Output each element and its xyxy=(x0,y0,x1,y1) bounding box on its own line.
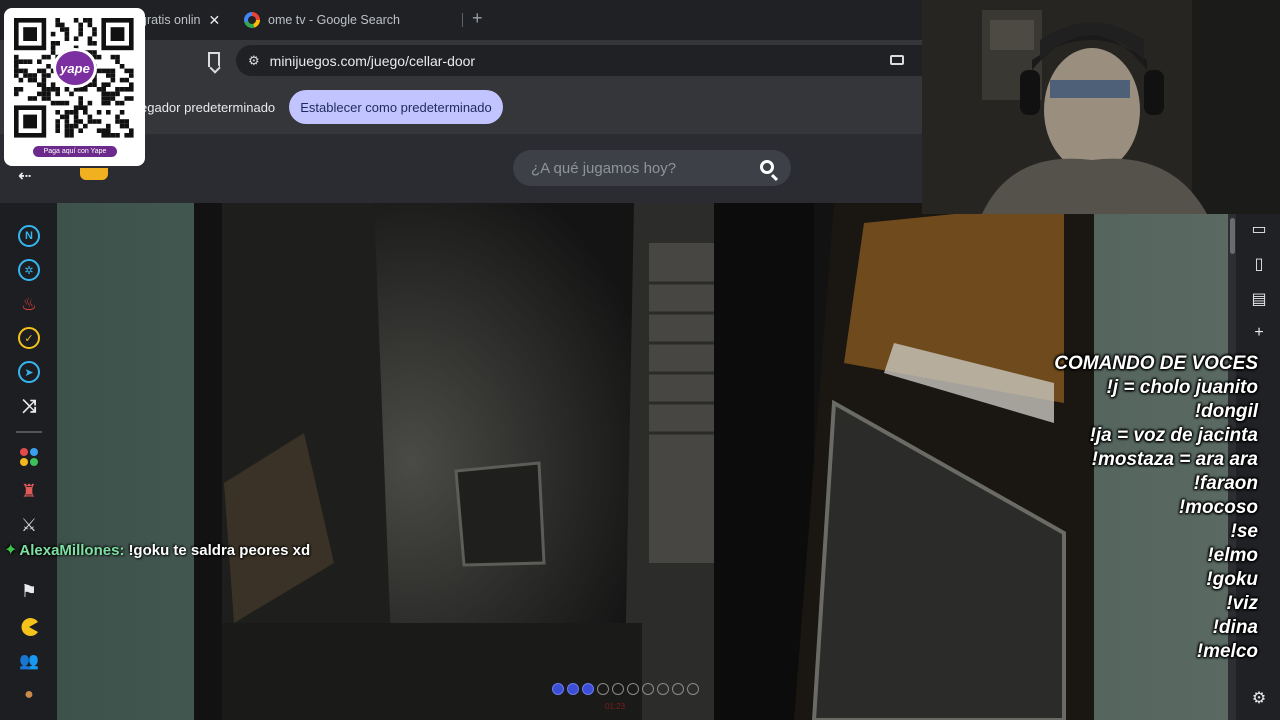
voice-command: !viz xyxy=(1226,593,1258,614)
voice-commands-title: COMANDO DE VOCES xyxy=(1054,353,1258,374)
settings-hex-icon[interactable]: ✲ xyxy=(18,259,40,281)
chat-username: AlexaMillones: xyxy=(19,541,125,559)
progress-dot xyxy=(597,683,609,695)
dots-grid-icon[interactable] xyxy=(18,446,40,468)
wallet-icon[interactable]: ▭ xyxy=(1251,219,1267,239)
cast-icon[interactable] xyxy=(890,55,904,65)
voice-command: !goku xyxy=(1206,569,1258,590)
tab-active[interactable]: gratis onlin ✕ xyxy=(140,6,232,34)
progress-dot xyxy=(672,683,684,695)
tab-google-search[interactable]: ome tv - Google Search xyxy=(236,6,462,34)
progress-dot xyxy=(657,683,669,695)
bear-icon[interactable]: ● xyxy=(18,684,40,706)
voice-commands-overlay: COMANDO DE VOCES !j = cholo juanito !don… xyxy=(1054,352,1258,664)
qr-footer: Paga aquí con Yape xyxy=(33,146,117,157)
game-timer: 01:23 xyxy=(605,702,626,711)
google-icon xyxy=(244,12,260,28)
back-arrow-icon[interactable]: ⇠ xyxy=(18,166,31,186)
set-default-button[interactable]: Establecer como predeterminado xyxy=(289,90,503,124)
scrollbar-thumb[interactable] xyxy=(1230,218,1235,254)
url-text: minijuegos.com/juego/cellar-door xyxy=(269,52,476,69)
search-placeholder: ¿A qué jugamos hoy? xyxy=(531,159,677,177)
crown-icon[interactable] xyxy=(80,168,108,180)
moderator-icon: ✦ xyxy=(4,542,18,559)
voice-command: !se xyxy=(1230,521,1258,542)
voice-command: !melco xyxy=(1196,641,1258,662)
site-settings-icon[interactable]: ⚙ xyxy=(248,53,260,69)
voice-command: !dina xyxy=(1212,617,1258,638)
game-progress xyxy=(552,683,699,695)
progress-dot xyxy=(627,683,639,695)
voice-command: !mostaza = ara ara xyxy=(1091,449,1258,470)
screen: gratis onlin ✕ ome tv - Google Search + … xyxy=(0,0,1280,720)
close-tab-icon[interactable]: ✕ xyxy=(208,12,220,29)
n-icon[interactable]: N xyxy=(18,225,40,247)
shuffle-icon[interactable]: ⤨ xyxy=(18,395,40,417)
swords-icon[interactable]: ⚔ xyxy=(18,514,40,536)
voice-command: !elmo xyxy=(1207,545,1258,566)
flag-icon[interactable]: ⚑ xyxy=(18,580,40,602)
site-search-input[interactable]: ¿A qué jugamos hoy? xyxy=(513,150,791,186)
webcam-feed xyxy=(922,0,1280,214)
progress-dot xyxy=(567,683,579,695)
progress-dot xyxy=(687,683,699,695)
tab-google-search-title: ome tv - Google Search xyxy=(268,13,401,27)
settings-icon[interactable]: ⚙ xyxy=(1251,688,1267,708)
robot-icon[interactable]: ♜ xyxy=(18,480,40,502)
voice-command: !ja = voz de jacinta xyxy=(1089,425,1258,446)
save-icon[interactable]: ▯ xyxy=(1251,254,1267,274)
game-canvas[interactable] xyxy=(194,203,1094,720)
progress-dot xyxy=(612,683,624,695)
new-tab-button[interactable]: + xyxy=(472,8,483,29)
bookmark-icon[interactable] xyxy=(208,52,220,67)
tab-active-title: gratis onlin xyxy=(140,13,201,27)
chat-message: ✦ AlexaMillones: !goku te saldra peores … xyxy=(4,540,310,560)
yape-logo: yape xyxy=(53,48,97,88)
address-bar[interactable]: ⚙ minijuegos.com/juego/cellar-door xyxy=(236,45,922,76)
game-scene xyxy=(194,203,1094,720)
voice-command: !mocoso xyxy=(1178,497,1258,518)
reader-icon[interactable]: ▤ xyxy=(1251,289,1267,309)
people-icon[interactable]: 👥 xyxy=(18,650,40,672)
add-icon[interactable]: + xyxy=(1251,324,1267,342)
fire-icon[interactable]: ♨ xyxy=(18,293,40,315)
voice-command: !dongil xyxy=(1194,401,1258,422)
webcam-image xyxy=(922,0,1280,214)
compass-icon[interactable]: ➤ xyxy=(18,361,40,383)
infobar-message: egador predeterminado xyxy=(140,100,276,115)
chat-text: !goku te saldra peores xd xyxy=(128,541,311,559)
voice-command: !faraon xyxy=(1193,473,1258,494)
progress-dot xyxy=(552,683,564,695)
progress-dot xyxy=(582,683,594,695)
tab-separator xyxy=(462,13,463,27)
nav-divider xyxy=(16,431,42,433)
progress-dot xyxy=(642,683,654,695)
check-badge-icon[interactable]: ✓ xyxy=(18,327,40,349)
search-icon[interactable] xyxy=(760,160,774,174)
pacman-icon[interactable] xyxy=(18,616,40,638)
voice-command: !j = cholo juanito xyxy=(1106,377,1258,398)
